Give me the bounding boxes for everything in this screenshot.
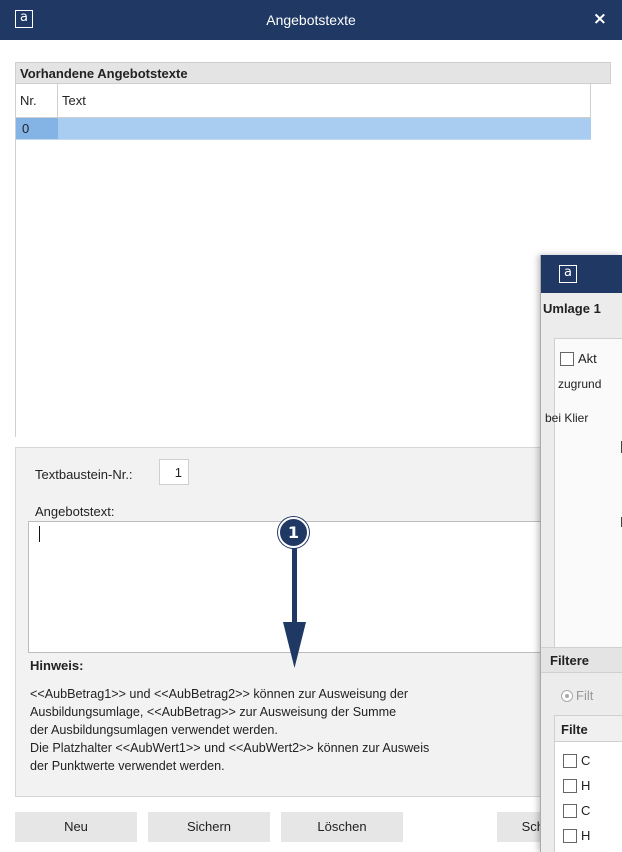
umlage-title-bar: a	[541, 255, 622, 293]
column-divider	[57, 84, 58, 118]
hint-line: der Punktwerte verwendet werden.	[30, 759, 225, 773]
list-item[interactable]: C	[563, 802, 590, 818]
delete-button[interactable]: Löschen	[281, 812, 403, 842]
textbaustein-label: Textbaustein-Nr.:	[35, 467, 133, 482]
checkbox-icon[interactable]	[563, 753, 577, 768]
app-logo-icon: a	[559, 265, 577, 283]
title-bar: a Angebotstexte ×	[0, 0, 622, 40]
window-title: Angebotstexte	[266, 12, 356, 28]
filter-heading: Filtere	[541, 647, 622, 673]
zugrunde-text: zugrund	[558, 377, 602, 391]
filter-list-heading: Filte	[555, 716, 622, 742]
hint-line: Ausbildungsumlage, <<AubBetrag>> zur Aus…	[30, 705, 397, 719]
list-item[interactable]: H	[563, 827, 590, 843]
angebotstext-label: Angebotstext:	[35, 504, 115, 519]
callout-badge: 1	[278, 517, 309, 548]
table-cell-nr[interactable]: 0	[16, 118, 58, 139]
textbaustein-number-field[interactable]: 1	[159, 459, 189, 485]
column-header-nr[interactable]: Nr.	[20, 93, 37, 108]
hint-line: <<AubBetrag1>> und <<AubBetrag2>> können…	[30, 687, 409, 701]
list-item[interactable]: C	[563, 752, 590, 768]
table-row[interactable]: 0	[16, 118, 591, 140]
hint-title: Hinweis:	[30, 658, 84, 673]
bei-klienten-text: bei Klier	[545, 411, 589, 425]
checkbox-icon[interactable]	[563, 803, 577, 818]
hint-text: <<AubBetrag1>> und <<AubBetrag2>> können…	[30, 685, 429, 775]
filter-radio-label: Filt	[576, 688, 594, 704]
checkbox-icon[interactable]	[560, 351, 574, 366]
new-button[interactable]: Neu	[15, 812, 137, 842]
aktiv-checkbox[interactable]: Akt	[560, 350, 597, 366]
filter-list[interactable]: Filte C H C H	[554, 715, 622, 852]
text-caret	[39, 526, 40, 542]
radio-icon[interactable]	[561, 689, 573, 702]
filter-radio[interactable]: Filt	[561, 687, 593, 703]
angebotstexte-grid[interactable]: Nr. Text 0	[15, 84, 611, 437]
column-header-text[interactable]: Text	[62, 93, 86, 108]
checkbox-icon[interactable]	[563, 778, 577, 793]
umlage-dialog: a Umlage 1 Akt zugrund bei Klier Filtere…	[540, 255, 622, 852]
edit-form-panel: Textbaustein-Nr.: 1 Angebotstext: Hinwei…	[15, 447, 611, 797]
checkbox-icon[interactable]	[563, 828, 577, 843]
angebotstext-textarea[interactable]	[28, 521, 603, 653]
hint-line: der Ausbildungsumlagen verwendet werden.	[30, 723, 278, 737]
list-heading: Vorhandene Angebotstexte	[15, 62, 611, 84]
aktiv-label: Akt	[578, 351, 597, 367]
umlage-heading: Umlage 1	[543, 301, 601, 316]
grid-header: Nr. Text	[16, 84, 591, 118]
save-button[interactable]: Sichern	[148, 812, 270, 842]
close-icon[interactable]: ×	[593, 9, 607, 29]
hint-line: Die Platzhalter <<AubWert1>> und <<AubWe…	[30, 741, 430, 755]
list-item[interactable]: H	[563, 777, 590, 793]
